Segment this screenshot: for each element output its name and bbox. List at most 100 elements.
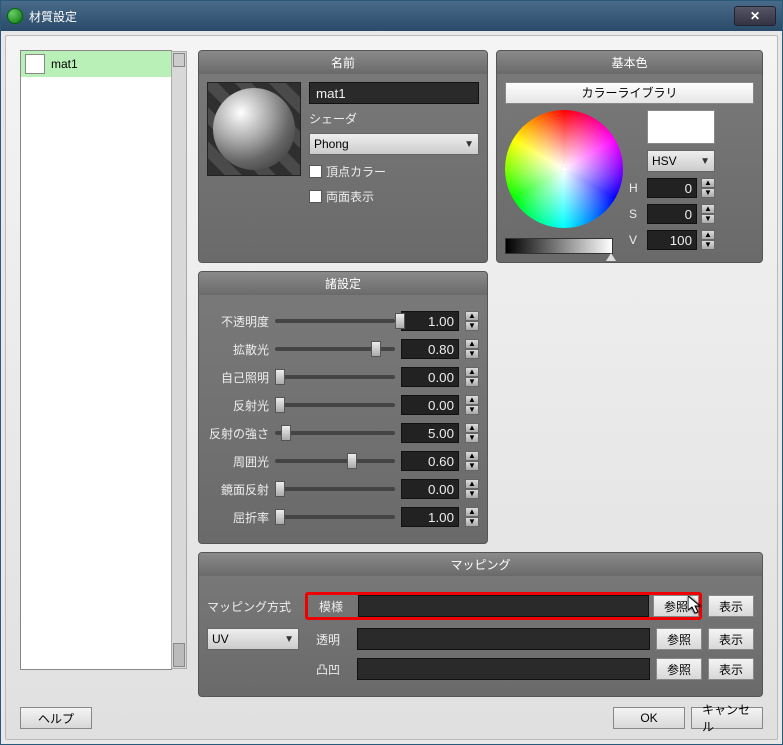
close-button[interactable]: ✕ xyxy=(734,6,776,26)
material-settings-window: 材質設定 ✕ mat1 xyxy=(0,0,783,745)
color-library-button[interactable]: カラーライブラリ xyxy=(505,82,754,104)
slider-label: 鏡面反射 xyxy=(207,481,269,498)
slider-spinner[interactable]: ▲▼ xyxy=(465,311,479,331)
slider-knob[interactable] xyxy=(275,397,285,413)
misc-settings-header: 諸設定 xyxy=(199,272,487,295)
slider-knob[interactable] xyxy=(275,369,285,385)
slider-knob[interactable] xyxy=(395,313,405,329)
bump-show-button[interactable]: 表示 xyxy=(708,658,754,680)
double-sided-checkbox[interactable]: 両面表示 xyxy=(309,188,479,205)
slider-value-input[interactable] xyxy=(401,395,459,415)
mapping-method-select[interactable]: UV ▼ xyxy=(207,628,299,650)
h-label: H xyxy=(629,181,643,195)
slider-spinner[interactable]: ▲▼ xyxy=(465,367,479,387)
slider-row: 不透明度▲▼ xyxy=(207,311,479,331)
v-input[interactable] xyxy=(647,230,697,250)
slider-knob[interactable] xyxy=(281,425,291,441)
shader-select[interactable]: Phong ▼ xyxy=(309,133,479,155)
slider-knob[interactable] xyxy=(275,481,285,497)
scrollbar[interactable] xyxy=(171,51,187,669)
pattern-row-highlight: 模様 参照 xyxy=(305,592,702,620)
scroll-thumb[interactable] xyxy=(173,643,185,667)
s-label: S xyxy=(629,207,643,221)
bump-path-input[interactable] xyxy=(357,658,650,680)
slider-track[interactable] xyxy=(275,403,395,407)
slider-value-input[interactable] xyxy=(401,479,459,499)
alpha-path-input[interactable] xyxy=(357,628,650,650)
v-spinner[interactable]: ▲▼ xyxy=(701,230,715,250)
slider-label: 自己照明 xyxy=(207,369,269,386)
chevron-down-icon: ▼ xyxy=(464,139,474,150)
slider-label: 拡散光 xyxy=(207,341,269,358)
pattern-browse-button[interactable]: 参照 xyxy=(653,595,699,617)
slider-spinner[interactable]: ▲▼ xyxy=(465,479,479,499)
double-sided-label: 両面表示 xyxy=(326,188,374,205)
h-input[interactable] xyxy=(647,178,697,198)
base-color-header: 基本色 xyxy=(497,51,762,74)
alpha-show-button[interactable]: 表示 xyxy=(708,628,754,650)
titlebar[interactable]: 材質設定 ✕ xyxy=(1,1,782,31)
alpha-browse-button[interactable]: 参照 xyxy=(656,628,702,650)
slider-spinner[interactable]: ▲▼ xyxy=(465,339,479,359)
slider-track[interactable] xyxy=(275,515,395,519)
slider-row: 拡散光 ▲▼ xyxy=(207,339,479,359)
color-picker-mark[interactable] xyxy=(561,166,567,172)
slider-value-input[interactable] xyxy=(401,311,459,331)
bump-label: 凸凹 xyxy=(305,661,351,678)
slider-label: 反射の強さ xyxy=(207,425,269,442)
h-spinner[interactable]: ▲▼ xyxy=(701,178,715,198)
alpha-label: 透明 xyxy=(305,631,351,648)
material-swatch xyxy=(25,54,45,74)
slider-value-input[interactable] xyxy=(401,423,459,443)
slider-value-input[interactable] xyxy=(401,507,459,527)
slider-track[interactable] xyxy=(275,347,395,351)
value-gradient[interactable] xyxy=(505,238,613,254)
slider-value-input[interactable] xyxy=(401,339,459,359)
chevron-down-icon: ▼ xyxy=(284,634,294,645)
slider-knob[interactable] xyxy=(347,453,357,469)
slider-value-input[interactable] xyxy=(401,451,459,471)
slider-spinner[interactable]: ▲▼ xyxy=(465,395,479,415)
slider-spinner[interactable]: ▲▼ xyxy=(465,423,479,443)
slider-label: 屈折率 xyxy=(207,509,269,526)
mapping-method-value: UV xyxy=(212,632,229,646)
slider-row: 屈折率 ▲▼ xyxy=(207,507,479,527)
vertex-color-checkbox[interactable]: 頂点カラー xyxy=(309,163,479,180)
slider-track[interactable] xyxy=(275,487,395,491)
slider-track[interactable] xyxy=(275,431,395,435)
help-button[interactable]: ヘルプ xyxy=(20,707,92,729)
material-name-input[interactable] xyxy=(309,82,479,104)
pattern-show-button[interactable]: 表示 xyxy=(708,595,754,617)
vertex-color-label: 頂点カラー xyxy=(326,163,386,180)
slider-value-input[interactable] xyxy=(401,367,459,387)
mapping-header: マッピング xyxy=(199,553,762,576)
slider-label: 周囲光 xyxy=(207,453,269,470)
dialog-body: mat1 名前 xyxy=(5,35,778,740)
shader-label: シェーダ xyxy=(309,108,479,129)
preview-sphere xyxy=(213,88,295,170)
s-spinner[interactable]: ▲▼ xyxy=(701,204,715,224)
slider-track[interactable] xyxy=(275,319,395,323)
gradient-handle[interactable] xyxy=(606,253,616,261)
scroll-up-button[interactable] xyxy=(173,53,185,67)
ok-button[interactable]: OK xyxy=(613,707,685,729)
slider-spinner[interactable]: ▲▼ xyxy=(465,451,479,471)
app-icon xyxy=(7,8,23,24)
bump-browse-button[interactable]: 参照 xyxy=(656,658,702,680)
pattern-path-input[interactable] xyxy=(358,595,649,617)
shader-value: Phong xyxy=(314,137,349,151)
cancel-button[interactable]: キャンセル xyxy=(691,707,763,729)
slider-track[interactable] xyxy=(275,459,395,463)
base-color-panel: 基本色 カラーライブラリ xyxy=(496,50,763,263)
pattern-label: 模様 xyxy=(308,598,354,615)
material-list-item[interactable]: mat1 xyxy=(21,51,171,77)
slider-spinner[interactable]: ▲▼ xyxy=(465,507,479,527)
material-list[interactable]: mat1 xyxy=(20,50,172,670)
material-name: mat1 xyxy=(51,57,78,71)
slider-track[interactable] xyxy=(275,375,395,379)
s-input[interactable] xyxy=(647,204,697,224)
slider-knob[interactable] xyxy=(371,341,381,357)
color-mode-select[interactable]: HSV ▼ xyxy=(647,150,715,172)
slider-knob[interactable] xyxy=(275,509,285,525)
color-wheel[interactable] xyxy=(505,110,623,228)
